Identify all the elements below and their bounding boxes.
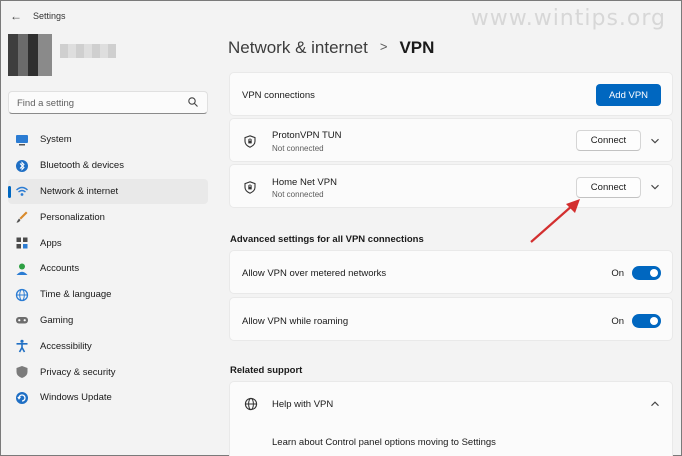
connect-button[interactable]: Connect	[576, 177, 641, 198]
toggle-state-label: On	[611, 316, 624, 327]
vpn-connection-name: ProtonVPN TUN	[272, 130, 342, 141]
sidebar-item-time-language[interactable]: Time & language	[8, 282, 208, 308]
update-icon	[16, 391, 28, 404]
sidebar-item-label: Apps	[40, 237, 62, 249]
related-support-title: Related support	[230, 365, 303, 376]
toggle-state-label: On	[611, 268, 624, 279]
sidebar-item-privacy-security[interactable]: Privacy & security	[8, 359, 208, 385]
breadcrumb: Network & internet > VPN	[228, 38, 434, 58]
user-name-blurred	[60, 44, 116, 58]
bluetooth-icon	[16, 159, 28, 172]
vpn-connection-status: Not connected	[272, 190, 324, 199]
vpn-connection-name: Home Net VPN	[272, 177, 337, 188]
vpn-connections-label: VPN connections	[242, 90, 315, 101]
avatar[interactable]	[8, 34, 52, 76]
chevron-down-icon[interactable]	[650, 182, 660, 192]
search-icon[interactable]	[187, 96, 199, 108]
advanced-settings-title: Advanced settings for all VPN connection…	[230, 234, 424, 245]
vpn-connection-row[interactable]: Home Net VPN Not connected Connect	[229, 164, 673, 208]
sidebar-item-gaming[interactable]: Gaming	[8, 308, 208, 334]
annotation-arrow	[530, 199, 580, 243]
sidebar-item-label: Privacy & security	[40, 366, 116, 378]
roaming-toggle[interactable]	[632, 314, 661, 328]
vpn-connection-status: Not connected	[272, 144, 324, 153]
setting-row-roaming: Allow VPN while roaming On	[229, 297, 673, 341]
sidebar-item-windows-update[interactable]: Windows Update	[8, 385, 208, 411]
sidebar-nav: System Bluetooth & devices Network & int…	[8, 127, 208, 411]
chevron-down-icon[interactable]	[650, 136, 660, 146]
sidebar-item-label: Time & language	[40, 289, 112, 301]
sidebar-item-label: Personalization	[40, 211, 105, 223]
shield-icon	[16, 366, 28, 379]
metered-networks-toggle[interactable]	[632, 266, 661, 280]
title-bar: ← Settings www.wintips.org	[0, 0, 682, 32]
connect-button[interactable]: Connect	[576, 130, 641, 151]
sidebar-item-system[interactable]: System	[8, 127, 208, 153]
globe-icon	[244, 397, 258, 411]
sidebar-item-accessibility[interactable]: Accessibility	[8, 333, 208, 359]
search-input[interactable]	[17, 96, 187, 110]
chevron-up-icon[interactable]	[650, 399, 660, 409]
sidebar-item-label: Accounts	[40, 263, 80, 275]
vpn-connection-row[interactable]: ProtonVPN TUN Not connected Connect	[229, 118, 673, 162]
vpn-connections-card: VPN connections Add VPN	[229, 72, 673, 116]
sidebar-item-personalization[interactable]: Personalization	[8, 204, 208, 230]
sidebar-item-label: Network & internet	[40, 185, 119, 197]
monitor-icon	[16, 134, 28, 146]
apps-icon	[16, 237, 28, 249]
accessibility-icon	[16, 339, 28, 353]
globe-clock-icon	[15, 288, 29, 301]
wifi-icon	[16, 187, 28, 197]
setting-label: Allow VPN over metered networks	[242, 268, 387, 279]
breadcrumb-separator: >	[379, 39, 388, 54]
app-title: Settings	[33, 11, 66, 21]
gamepad-icon	[16, 317, 28, 324]
sidebar-item-network[interactable]: Network & internet	[8, 178, 208, 205]
vpn-shield-icon	[244, 135, 256, 148]
search-box[interactable]	[8, 91, 208, 114]
sidebar-item-label: Bluetooth & devices	[40, 160, 124, 172]
sidebar-item-apps[interactable]: Apps	[8, 230, 208, 256]
help-with-vpn-label[interactable]: Help with VPN	[272, 399, 333, 410]
watermark: www.wintips.org	[470, 6, 666, 31]
back-arrow-icon[interactable]: ←	[10, 9, 22, 23]
control-panel-link[interactable]: Learn about Control panel options moving…	[272, 437, 496, 448]
sidebar-item-label: Gaming	[40, 314, 74, 326]
sidebar-item-accounts[interactable]: Accounts	[8, 256, 208, 282]
sidebar-item-bluetooth[interactable]: Bluetooth & devices	[8, 153, 208, 179]
add-vpn-button[interactable]: Add VPN	[596, 84, 661, 106]
sidebar-item-label: Windows Update	[40, 392, 112, 404]
sidebar-item-label: Accessibility	[40, 340, 92, 352]
sidebar-item-label: System	[40, 134, 72, 146]
vpn-shield-icon	[244, 181, 256, 194]
brush-icon	[16, 211, 28, 223]
page-title: VPN	[399, 38, 435, 57]
person-icon	[16, 263, 28, 275]
setting-row-metered: Allow VPN over metered networks On	[229, 250, 673, 294]
setting-label: Allow VPN while roaming	[242, 316, 349, 327]
breadcrumb-parent[interactable]: Network & internet	[228, 38, 368, 57]
help-with-vpn-card: Help with VPN Learn about Control panel …	[229, 381, 673, 456]
